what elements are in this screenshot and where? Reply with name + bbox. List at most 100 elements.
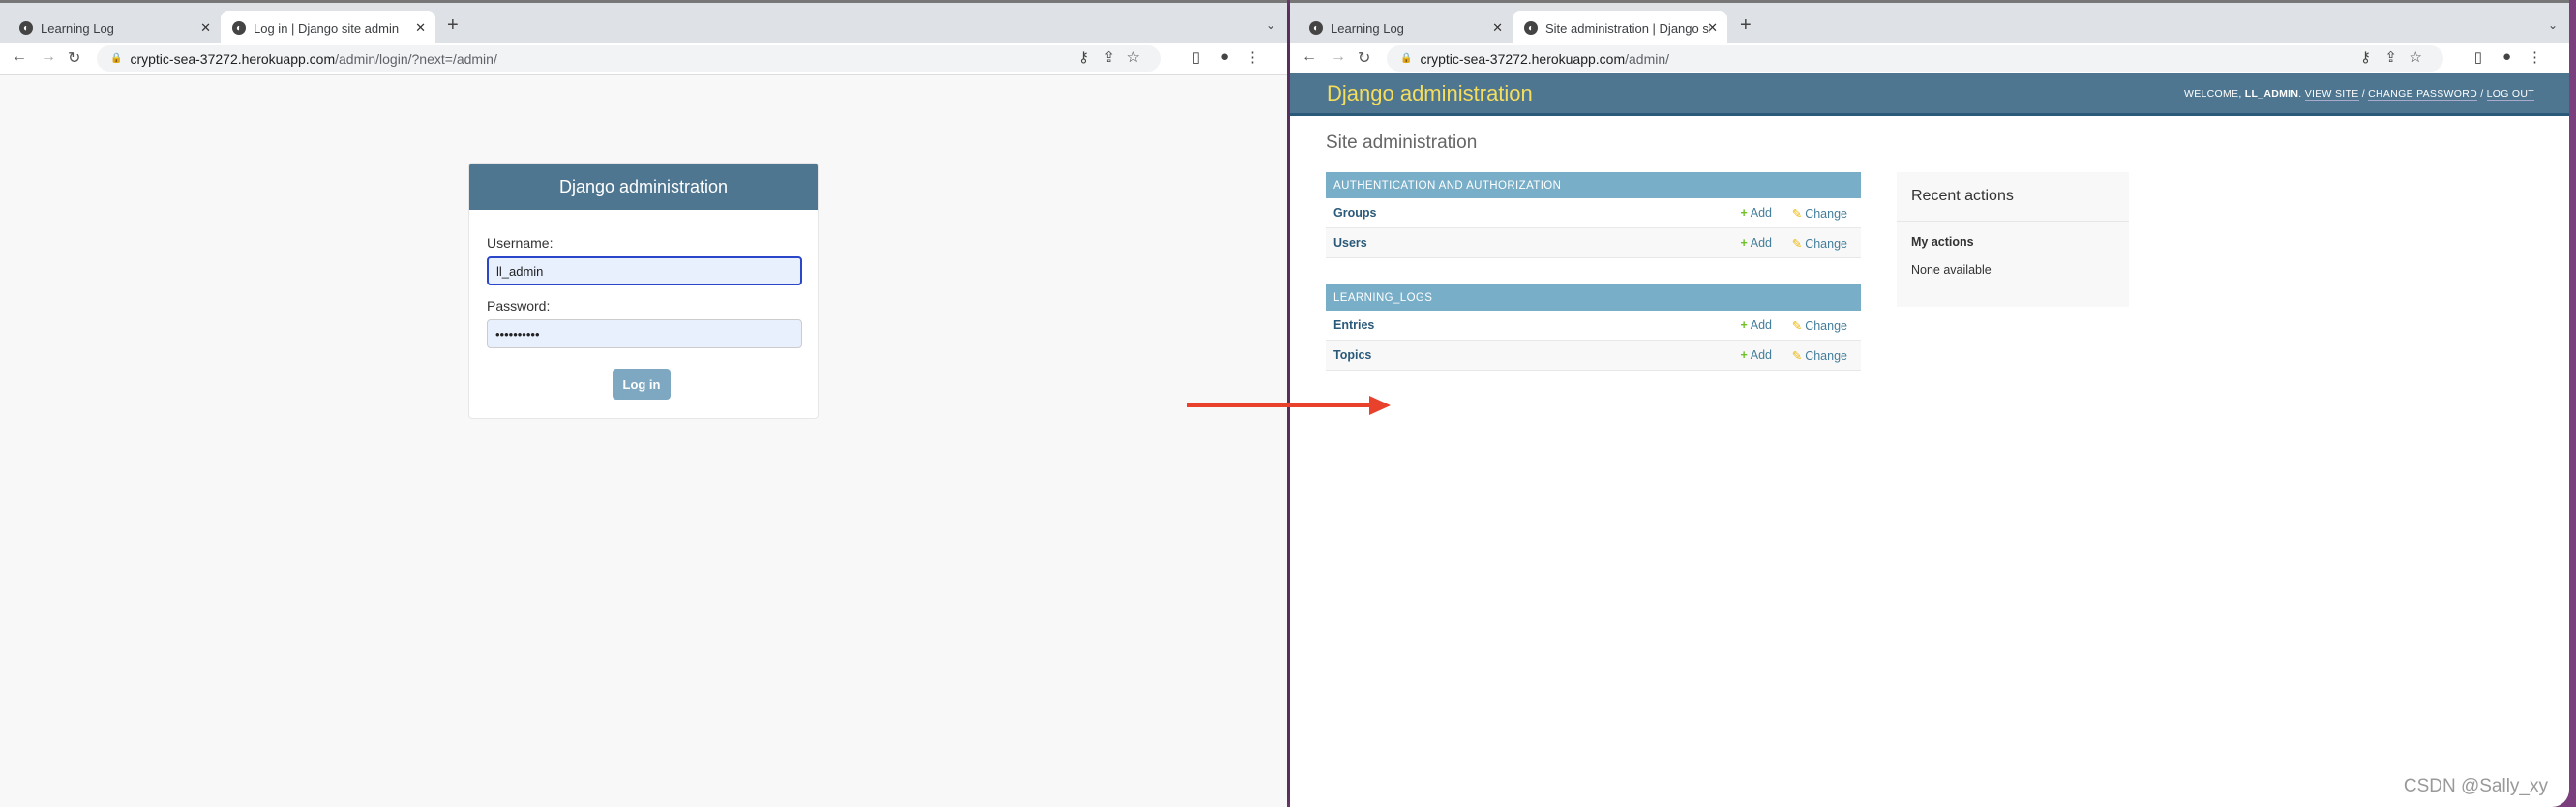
share-icon[interactable]: ⇪: [1102, 48, 1115, 66]
star-icon[interactable]: ☆: [1127, 48, 1140, 66]
red-arrow-icon: [1187, 396, 1391, 415]
menu-icon[interactable]: ⋮: [1245, 48, 1260, 66]
change-link[interactable]: ✎ Change: [1792, 348, 1847, 363]
globe-icon: ◐: [232, 21, 246, 35]
password-input[interactable]: ••••••••••: [487, 319, 802, 348]
recent-actions-title: Recent actions: [1897, 172, 2129, 222]
new-tab-button[interactable]: +: [1740, 15, 1752, 37]
username-input[interactable]: ll_admin: [487, 256, 802, 285]
app-module: LEARNING_LOGS Entries + Add ✎ Change Topics …: [1326, 284, 1861, 371]
share-icon[interactable]: ⇪: [2384, 48, 2397, 66]
tab-label: Learning Log: [1331, 20, 1404, 36]
reload-icon[interactable]: ↻: [68, 48, 80, 68]
model-link[interactable]: Users: [1333, 236, 1367, 250]
tab-label: Log in | Django site admin: [254, 20, 400, 36]
model-link[interactable]: Groups: [1333, 206, 1376, 220]
change-label: Change: [1805, 206, 1847, 221]
site-brand[interactable]: Django administration: [1327, 81, 1533, 106]
module-caption[interactable]: LEARNING_LOGS: [1326, 284, 1861, 311]
pencil-icon: ✎: [1791, 348, 1803, 363]
back-icon[interactable]: ←: [12, 48, 27, 66]
password-label: Password:: [487, 298, 551, 314]
close-tab-icon[interactable]: ✕: [200, 20, 211, 36]
forward-icon[interactable]: →: [41, 48, 56, 66]
model-link[interactable]: Topics: [1333, 348, 1371, 362]
login-form: Django administration Username: ll_admin…: [468, 163, 819, 419]
sidepanel-icon[interactable]: ▯: [1192, 48, 1200, 66]
star-icon[interactable]: ☆: [2410, 48, 2422, 66]
change-label: Change: [1805, 236, 1847, 251]
url-host: cryptic-sea-37272.herokuapp.com: [130, 50, 336, 67]
back-icon[interactable]: ←: [1302, 48, 1317, 66]
browser-window-admin: ◐ Learning Log ✕ ◐ Site administration | Dj…: [1290, 0, 2569, 807]
django-header: Django administration WELCOME, LL_ADMIN.…: [1290, 73, 2569, 116]
watermark: CSDN @Sally_xy: [2403, 776, 2548, 796]
add-label: Add: [1750, 236, 1772, 250]
tab-learning-log[interactable]: ◐ Learning Log ✕: [8, 11, 221, 45]
change-link[interactable]: ✎ Change: [1792, 206, 1847, 221]
no-actions-text: None available: [1911, 263, 1992, 277]
pencil-icon: ✎: [1791, 206, 1803, 221]
model-row: Users + Add ✎ Change: [1326, 228, 1861, 258]
new-tab-button[interactable]: +: [447, 15, 459, 37]
my-actions-heading: My actions: [1911, 235, 1974, 249]
recent-actions: Recent actions My actions None available: [1897, 172, 2129, 307]
chevron-down-icon[interactable]: ⌄: [1266, 18, 1275, 32]
separator: /: [2358, 88, 2369, 100]
model-link[interactable]: Entries: [1333, 318, 1374, 332]
url-host: cryptic-sea-37272.herokuapp.com: [1420, 50, 1626, 67]
plus-icon: +: [1740, 236, 1748, 250]
lock-icon: 🔒: [1400, 53, 1413, 64]
plus-icon: +: [1740, 206, 1748, 220]
tab-bar: ◐ Learning Log ✕ ◐ Log in | Django site adm…: [0, 0, 1287, 45]
url-input[interactable]: 🔒 cryptic-sea-37272.herokuapp.com/admin/l…: [97, 45, 1161, 72]
globe-icon: ◐: [19, 21, 33, 35]
change-label: Change: [1805, 318, 1847, 333]
close-tab-icon[interactable]: ✕: [415, 20, 426, 36]
separator: /: [2476, 88, 2487, 100]
add-link[interactable]: + Add: [1740, 206, 1772, 220]
add-link[interactable]: + Add: [1740, 236, 1772, 250]
url-input[interactable]: 🔒 cryptic-sea-37272.herokuapp.com/admin/: [1387, 45, 2443, 72]
tab-site-administration[interactable]: ◐ Site administration | Django sit ✕: [1513, 11, 1727, 45]
profile-icon[interactable]: ●: [2502, 48, 2511, 65]
add-label: Add: [1750, 206, 1772, 220]
model-row: Groups + Add ✎ Change: [1326, 198, 1861, 228]
forward-icon[interactable]: →: [1331, 48, 1346, 66]
change-link[interactable]: ✎ Change: [1792, 236, 1847, 251]
add-link[interactable]: + Add: [1740, 348, 1772, 362]
tab-label: Site administration | Django sit: [1545, 20, 1710, 36]
username: LL_ADMIN: [2244, 88, 2299, 100]
close-tab-icon[interactable]: ✕: [1707, 20, 1718, 36]
model-row: Entries + Add ✎ Change: [1326, 311, 1861, 341]
key-icon[interactable]: ⚷: [2360, 48, 2371, 66]
url-path: /admin/login/?next=/admin/: [335, 50, 497, 67]
tab-label: Learning Log: [41, 20, 114, 36]
sidepanel-icon[interactable]: ▯: [2474, 48, 2482, 66]
app-module: AUTHENTICATION AND AUTHORIZATION Groups +…: [1326, 172, 1861, 258]
page-title: Site administration: [1326, 133, 1478, 153]
view-site-link[interactable]: VIEW SITE: [2304, 88, 2359, 101]
address-bar: ← → ↻ 🔒 cryptic-sea-37272.herokuapp.com/a…: [1290, 43, 2569, 75]
tab-learning-log[interactable]: ◐ Learning Log ✕: [1298, 11, 1513, 45]
change-link[interactable]: ✎ Change: [1792, 318, 1847, 333]
chevron-down-icon[interactable]: ⌄: [2548, 18, 2558, 32]
module-caption[interactable]: AUTHENTICATION AND AUTHORIZATION: [1326, 172, 1861, 198]
key-icon[interactable]: ⚷: [1078, 48, 1089, 66]
change-label: Change: [1805, 348, 1847, 363]
globe-icon: ◐: [1309, 21, 1323, 35]
add-link[interactable]: + Add: [1740, 318, 1772, 332]
log-out-link[interactable]: LOG OUT: [2486, 88, 2534, 101]
user-tools: WELCOME, LL_ADMIN. VIEW SITE / CHANGE PA…: [2183, 88, 2534, 101]
change-password-link[interactable]: CHANGE PASSWORD: [2368, 88, 2477, 101]
profile-icon[interactable]: ●: [1220, 48, 1229, 65]
plus-icon: +: [1740, 348, 1748, 362]
reload-icon[interactable]: ↻: [1358, 48, 1370, 68]
welcome-text: WELCOME,: [2183, 88, 2245, 100]
tab-login[interactable]: ◐ Log in | Django site admin ✕: [221, 11, 435, 45]
close-tab-icon[interactable]: ✕: [1492, 20, 1503, 36]
menu-icon[interactable]: ⋮: [2528, 48, 2542, 66]
address-bar: ← → ↻ 🔒 cryptic-sea-37272.herokuapp.com/a…: [0, 43, 1287, 75]
pencil-icon: ✎: [1791, 318, 1803, 333]
login-button[interactable]: Log in: [613, 369, 671, 400]
